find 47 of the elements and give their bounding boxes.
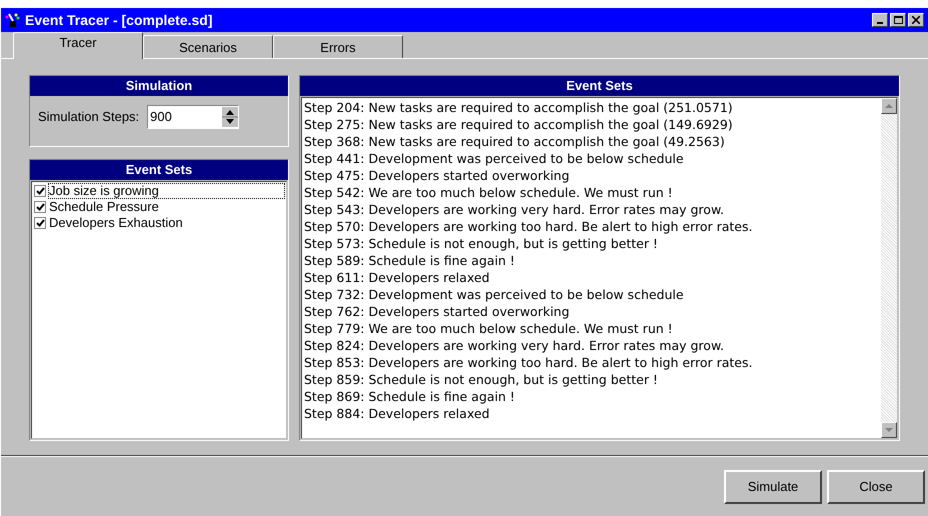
scrollbar[interactable]	[881, 98, 897, 438]
log-line: Step 762: Developers started overworking	[304, 303, 570, 320]
log-line: Step 824: Developers are working very hard. Error rates may grow.	[304, 337, 725, 354]
log-line: Step 204: New tasks are required to accomplish the goal (251.0571)	[304, 99, 734, 116]
log-line: Step 543: Developers are working very hard. Error rates may grow.	[304, 201, 725, 218]
event-set-label[interactable]: Schedule Pressure	[49, 200, 284, 214]
wand-icon	[5, 12, 21, 28]
scroll-up-button[interactable]	[881, 98, 897, 114]
log-line: Step 884: Developers relaxed	[304, 405, 491, 422]
dialog-button[interactable]: Close	[827, 470, 925, 504]
close-button[interactable]	[908, 13, 924, 27]
spin-arrows-icon	[222, 107, 238, 127]
checkbox[interactable]	[34, 217, 46, 229]
checkbox[interactable]	[34, 185, 46, 197]
down-arrow-icon	[885, 428, 893, 432]
log-line: Step 475: Developers started overworking	[304, 167, 570, 184]
minimize-button[interactable]	[872, 13, 888, 27]
log-line: Step 573: Schedule is not enough, but is getting better !	[304, 235, 659, 252]
log-line: Step 368: New tasks are required to accomplish the goal (49.2563)	[304, 133, 726, 150]
up-arrow-icon	[885, 104, 893, 108]
log-line: Step 441: Development was perceived to be below schedule	[304, 150, 685, 167]
checkbox[interactable]	[34, 201, 46, 213]
log-line: Step 611: Developers relaxed	[304, 269, 491, 286]
group-header: Simulation	[30, 76, 288, 96]
log-line: Step 732: Development was perceived to be below schedule	[304, 286, 685, 303]
log-line: Step 570: Developers are working too hard. Be alert to high error rates.	[304, 218, 754, 235]
tab[interactable]: Scenarios	[143, 35, 273, 58]
log-line: Step 859: Schedule is not enough, but is getting better !	[304, 371, 659, 388]
group-header: Event Sets	[30, 160, 288, 180]
log-line: Step 542: We are too much below schedule. We must run !	[304, 184, 674, 201]
log-line: Step 853: Developers are working too hard. Be alert to high error rates.	[304, 354, 754, 371]
event-set-label[interactable]: Job size is growing	[49, 184, 284, 198]
scroll-down-button[interactable]	[881, 422, 897, 438]
log-line: Step 779: We are too much below schedule. We must run !	[304, 320, 674, 337]
group-header: Event Sets	[300, 76, 899, 96]
log-line: Step 869: Schedule is fine again !	[304, 388, 516, 405]
steps-spinner[interactable]: 900	[147, 105, 240, 129]
tab[interactable]: Tracer	[13, 32, 143, 59]
tab[interactable]: Errors	[273, 35, 403, 58]
maximize-button[interactable]	[890, 13, 906, 27]
close-icon	[912, 16, 920, 24]
event-set-label[interactable]: Developers Exhaustion	[49, 216, 284, 230]
dialog-button[interactable]: Simulate	[724, 470, 822, 504]
window-title: Event Tracer - [complete.sd]	[25, 10, 213, 30]
log-line: Step 589: Schedule is fine again !	[304, 252, 516, 269]
log-line: Step 275: New tasks are required to accomplish the goal (149.6929)	[304, 116, 734, 133]
field-label: Simulation Steps:	[38, 108, 140, 126]
